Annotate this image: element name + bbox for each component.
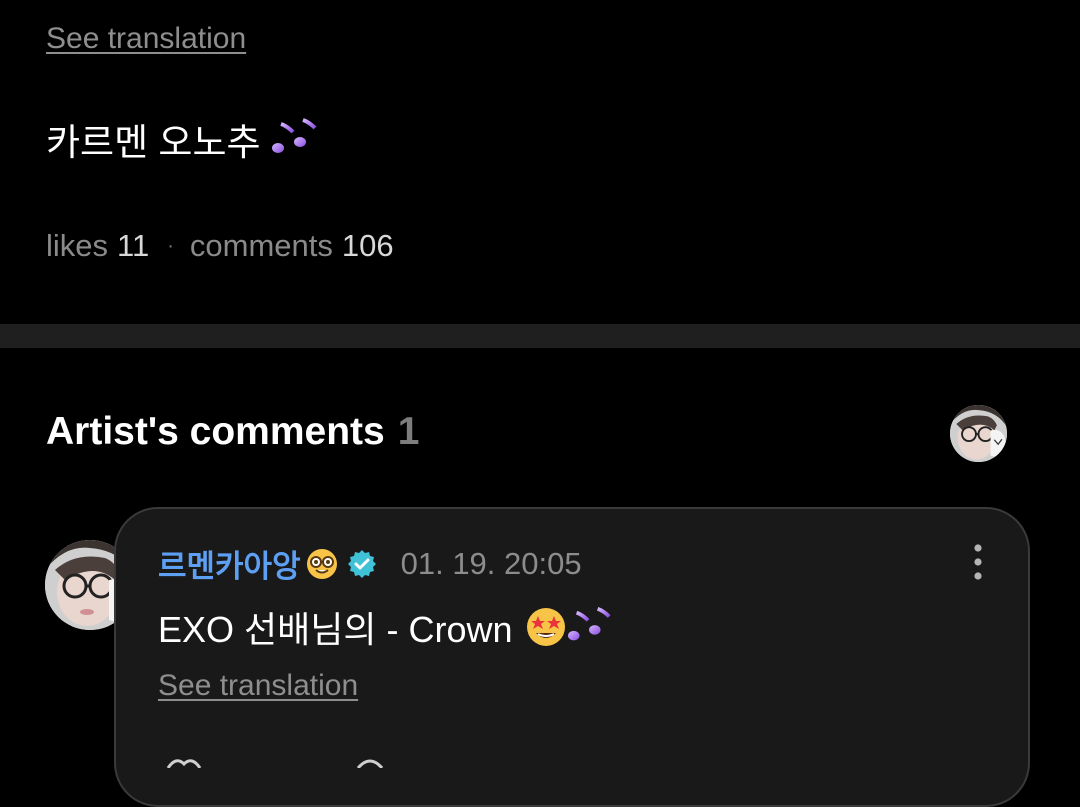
post-text-body: 카르멘 오노추 [46, 122, 261, 163]
comments-label: comments [189, 228, 333, 263]
post-text: 카르멘 오노추 [46, 112, 319, 166]
comments-count[interactable]: 106 [342, 228, 394, 264]
music-notes-icon [271, 118, 316, 153]
comment-author-name[interactable]: 르멘카아앙 [158, 541, 301, 586]
comment-see-translation-link[interactable]: See translation [158, 669, 358, 703]
section-divider [0, 324, 1080, 348]
more-vertical-icon[interactable] [968, 542, 988, 582]
likes-label: likes [46, 228, 109, 263]
avatar-image [950, 405, 1007, 462]
artist-avatar[interactable] [950, 405, 1007, 462]
stats-separator: · [167, 234, 174, 257]
comment-timestamp: 01. 19. 20:05 [400, 545, 582, 581]
comment-text: EXO 선배님의 - Crown [158, 609, 513, 650]
artist-comments-count: 1 [397, 410, 420, 453]
artist-comments-heading: Artist's comments 1 [46, 410, 419, 454]
comment-body: EXO 선배님의 - Crown [158, 601, 613, 653]
comment-header: 르멘카아앙 01. 19. 20:05 [158, 541, 582, 586]
comment-actions-row [158, 755, 458, 770]
likes-count[interactable]: 11 [117, 228, 149, 264]
star-struck-icon [526, 608, 565, 646]
verified-badge-icon [347, 549, 376, 578]
comment-actions-icons [166, 759, 384, 770]
music-notes-icon [567, 607, 611, 641]
post-stats: likes 11 · comments 106 [46, 228, 394, 264]
artist-comments-title: Artist's comments [46, 410, 385, 453]
nerd-face-icon [306, 548, 337, 579]
see-translation-link[interactable]: See translation [46, 22, 246, 56]
